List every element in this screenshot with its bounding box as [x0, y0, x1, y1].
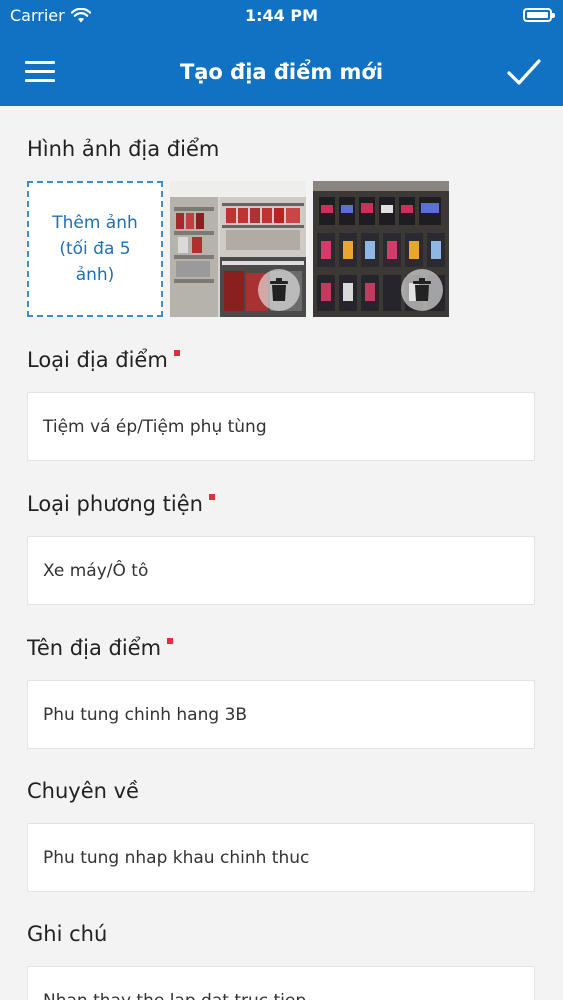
- required-marker: [173, 350, 180, 356]
- delete-photo-1-button[interactable]: [258, 269, 300, 311]
- nav-bar: Tạo địa điểm mới: [0, 40, 563, 106]
- header-bar: Carrier 1:44 PM Tạo địa điểm mới: [0, 0, 563, 106]
- add-photo-label: Thêm ảnh (tối đa 5 ảnh): [52, 213, 138, 285]
- note-field[interactable]: Nhan thay the lap dat truc tiep: [27, 966, 535, 1000]
- trash-icon: [413, 278, 431, 301]
- vehicle-type-field[interactable]: Xe máy/Ô tô: [27, 536, 535, 605]
- trash-icon: [270, 278, 288, 301]
- place-type-field[interactable]: Tiệm vá ép/Tiệm phụ tùng: [27, 392, 535, 461]
- specialty-value: Phu tung nhap khau chinh thuc: [43, 847, 310, 868]
- specialty-label: Chuyên về: [27, 779, 139, 803]
- status-bar: Carrier 1:44 PM: [0, 0, 563, 30]
- add-photo-button[interactable]: Thêm ảnh (tối đa 5 ảnh): [27, 181, 163, 317]
- place-name-field[interactable]: Phu tung chinh hang 3B: [27, 680, 535, 749]
- vehicle-type-value: Xe máy/Ô tô: [43, 560, 149, 581]
- place-photo-1: [170, 181, 306, 317]
- specialty-field[interactable]: Phu tung nhap khau chinh thuc: [27, 823, 535, 892]
- place-type-label-text: Loại địa điểm: [27, 348, 168, 372]
- photo-row: Thêm ảnh (tối đa 5 ảnh): [27, 181, 449, 317]
- page-title: Tạo địa điểm mới: [179, 60, 384, 84]
- place-name-value: Phu tung chinh hang 3B: [43, 704, 248, 725]
- vehicle-type-label: Loại phương tiện: [27, 492, 215, 516]
- note-label: Ghi chú: [27, 922, 108, 946]
- required-marker: [167, 638, 174, 644]
- place-photo-2: [313, 181, 449, 317]
- place-name-label: Tên địa điểm: [27, 636, 174, 660]
- vehicle-type-label-text: Loại phương tiện: [27, 492, 203, 516]
- battery-icon: [523, 8, 555, 22]
- place-type-value: Tiệm vá ép/Tiệm phụ tùng: [43, 416, 267, 437]
- status-time: 1:44 PM: [244, 6, 318, 25]
- photos-label: Hình ảnh địa điểm: [27, 137, 220, 161]
- place-type-label: Loại địa điểm: [27, 348, 180, 372]
- checkmark-icon[interactable]: [505, 56, 543, 90]
- note-value: Nhan thay the lap dat truc tiep: [43, 991, 306, 1000]
- place-name-label-text: Tên địa điểm: [27, 636, 162, 660]
- required-marker: [208, 494, 215, 500]
- delete-photo-2-button[interactable]: [401, 269, 443, 311]
